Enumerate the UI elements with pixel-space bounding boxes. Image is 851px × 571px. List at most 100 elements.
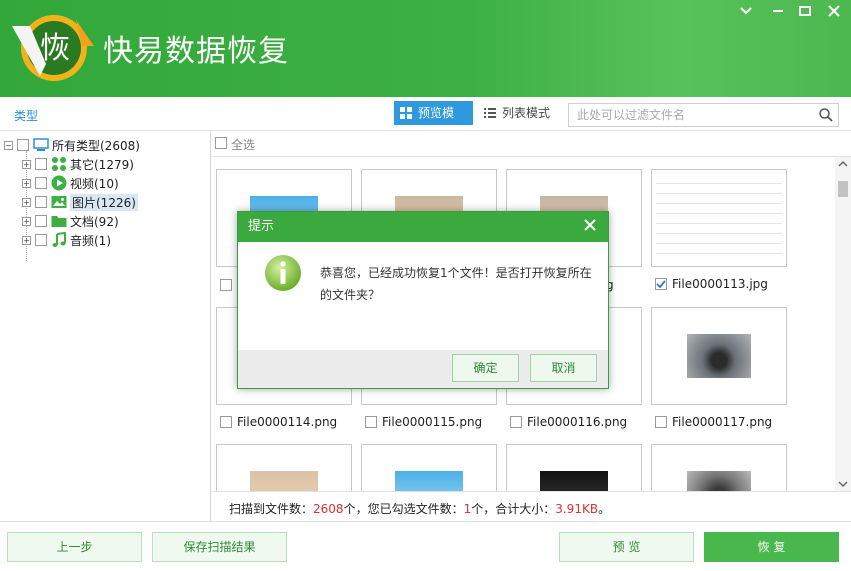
checkmark-icon — [656, 280, 666, 289]
file-name[interactable]: File0000113.jpg — [655, 276, 768, 292]
image-icon — [51, 196, 67, 208]
file-checkbox[interactable] — [220, 279, 232, 291]
scanned-count: 2608 — [313, 502, 344, 516]
thumbnail-image — [250, 471, 318, 491]
success-dialog: 提示 恭喜您，已经成功恢复1个文件！是否打开恢复所在的文件夹？ 确定 取消 — [237, 211, 609, 389]
size-label: 个，合计大小： — [471, 502, 556, 516]
file-name[interactable]: File0000114.png — [220, 414, 337, 430]
thumbnail-image — [687, 471, 751, 491]
file-checkbox[interactable] — [510, 416, 522, 428]
tree-item-other[interactable]: + 其它(1279) — [22, 155, 134, 173]
scroll-up-icon[interactable] — [835, 157, 851, 171]
scroll-down-icon[interactable] — [835, 477, 851, 491]
thumbnail[interactable] — [361, 444, 497, 491]
file-checkbox-checked[interactable] — [655, 278, 667, 290]
dialog-message: 恭喜您，已经成功恢复1个文件！是否打开恢复所在的文件夹？ — [320, 266, 592, 302]
tree-item-audio[interactable]: + 音频(1) — [22, 231, 111, 249]
search-icon[interactable] — [818, 107, 834, 123]
recover-button[interactable]: 恢 复 — [704, 532, 839, 562]
scanned-label: 扫描到文件数： — [229, 502, 314, 516]
file-checkbox[interactable] — [655, 416, 667, 428]
thumbnail-image — [395, 471, 463, 491]
select-all-checkbox[interactable] — [215, 137, 227, 149]
thumbnail[interactable] — [506, 444, 642, 491]
info-icon — [265, 255, 301, 291]
dialog-footer: 确定 取消 — [238, 350, 608, 388]
thumbnail-image — [540, 471, 608, 491]
previous-step-button[interactable]: 上一步 — [7, 532, 142, 562]
grid-scrollbar[interactable] — [835, 157, 851, 491]
close-icon — [584, 219, 596, 231]
tree-item-checkbox[interactable] — [35, 215, 47, 227]
folder-icon — [51, 216, 67, 227]
file-checkbox[interactable] — [365, 416, 377, 428]
tree-item-checkbox[interactable] — [35, 158, 47, 170]
dialog-cancel-button[interactable]: 取消 — [530, 354, 597, 382]
expand-icon[interactable]: + — [22, 197, 31, 207]
file-name[interactable] — [220, 277, 237, 293]
type-label: 类型 — [14, 109, 39, 123]
tree-item-document[interactable]: + 文档(92) — [22, 212, 119, 230]
music-icon — [52, 232, 66, 247]
expand-icon[interactable]: + — [22, 216, 31, 226]
tree-item-label: 其它(1279) — [70, 157, 134, 172]
file-name[interactable]: File0000117.png — [655, 414, 772, 430]
list-mode-button[interactable]: 列表模式 — [478, 101, 558, 125]
expand-icon[interactable]: + — [22, 178, 31, 188]
dialog-title-bar: 提示 — [238, 212, 608, 242]
scroll-thumb[interactable] — [838, 181, 848, 197]
tree-item-label: 图片(1226) — [70, 193, 138, 211]
tree-root-label: 所有类型(2608) — [52, 138, 140, 153]
tree-item-checkbox[interactable] — [35, 196, 47, 208]
app-logo-icon: 恢 — [12, 15, 94, 81]
tree-root-checkbox[interactable] — [17, 139, 29, 151]
dialog-close-button[interactable] — [580, 216, 600, 236]
thumbnail[interactable] — [651, 444, 787, 491]
minimize-button[interactable] — [735, 2, 757, 24]
thumbnail[interactable] — [651, 169, 787, 267]
thumbnail-image — [656, 174, 782, 262]
app-title: 快易数据恢复 — [103, 34, 289, 69]
tree-item-image[interactable]: + 图片(1226) — [22, 193, 138, 211]
minimize-icon — [740, 7, 752, 15]
tree-item-video[interactable]: + 视频(10) — [22, 174, 119, 192]
tree-item-checkbox[interactable] — [35, 177, 47, 189]
selected-label: 个，您已勾选文件数： — [343, 502, 464, 516]
type-tree: − 所有类型(2608) + 其它(1279) + 视频(10) + 图片(12… — [0, 131, 211, 521]
grid-icon — [400, 107, 412, 119]
thumbnail-image — [687, 334, 751, 378]
preview-button[interactable]: 预 览 — [559, 532, 694, 562]
file-name[interactable]: File0000116.png — [510, 414, 627, 430]
thumbnail[interactable] — [651, 307, 787, 405]
list-icon — [484, 108, 496, 118]
file-checkbox[interactable] — [220, 416, 232, 428]
apps-icon — [52, 157, 66, 171]
thumbnail[interactable] — [216, 444, 352, 491]
tree-item-label: 文档(92) — [70, 214, 119, 229]
size-value: 3.91KB — [555, 502, 599, 516]
close-window-button[interactable] — [823, 2, 845, 24]
file-name[interactable]: File0000115.png — [365, 414, 482, 430]
expand-icon[interactable]: + — [22, 235, 31, 245]
collapse-icon[interactable]: − — [4, 140, 13, 150]
maximize-button[interactable] — [794, 2, 816, 24]
preview-mode-button[interactable]: 预览模式 — [394, 101, 473, 144]
status-end: 。 — [598, 502, 611, 516]
save-scan-results-button[interactable]: 保存扫描结果 — [152, 532, 287, 562]
expand-icon[interactable]: + — [22, 159, 31, 169]
svg-text:恢: 恢 — [40, 31, 70, 66]
close-icon — [828, 5, 840, 17]
filter-input[interactable]: 此处可以过滤文件名 — [568, 103, 839, 127]
tree-item-checkbox[interactable] — [35, 234, 47, 246]
dialog-body: 恭喜您，已经成功恢复1个文件！是否打开恢复所在的文件夹？ — [238, 242, 608, 350]
title-bar: 恢 快易数据恢复 — [0, 0, 851, 97]
video-icon — [51, 175, 67, 191]
tree-item-label: 视频(10) — [70, 176, 119, 191]
restore-button[interactable] — [767, 2, 789, 24]
select-all-label[interactable]: 全选 — [231, 136, 255, 153]
dialog-title: 提示 — [248, 219, 275, 234]
tree-root[interactable]: − 所有类型(2608) — [4, 136, 140, 154]
footer: 上一步 保存扫描结果 预 览 恢 复 — [0, 521, 851, 571]
computer-icon — [33, 138, 49, 151]
dialog-ok-button[interactable]: 确定 — [452, 354, 519, 382]
